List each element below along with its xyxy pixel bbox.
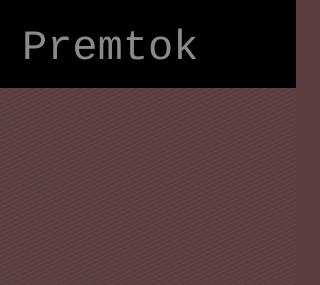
header-bar: Premtok bbox=[0, 0, 296, 88]
content-panel bbox=[0, 88, 296, 285]
app-title: Premtok bbox=[22, 24, 199, 72]
page: Premtok bbox=[0, 0, 296, 285]
